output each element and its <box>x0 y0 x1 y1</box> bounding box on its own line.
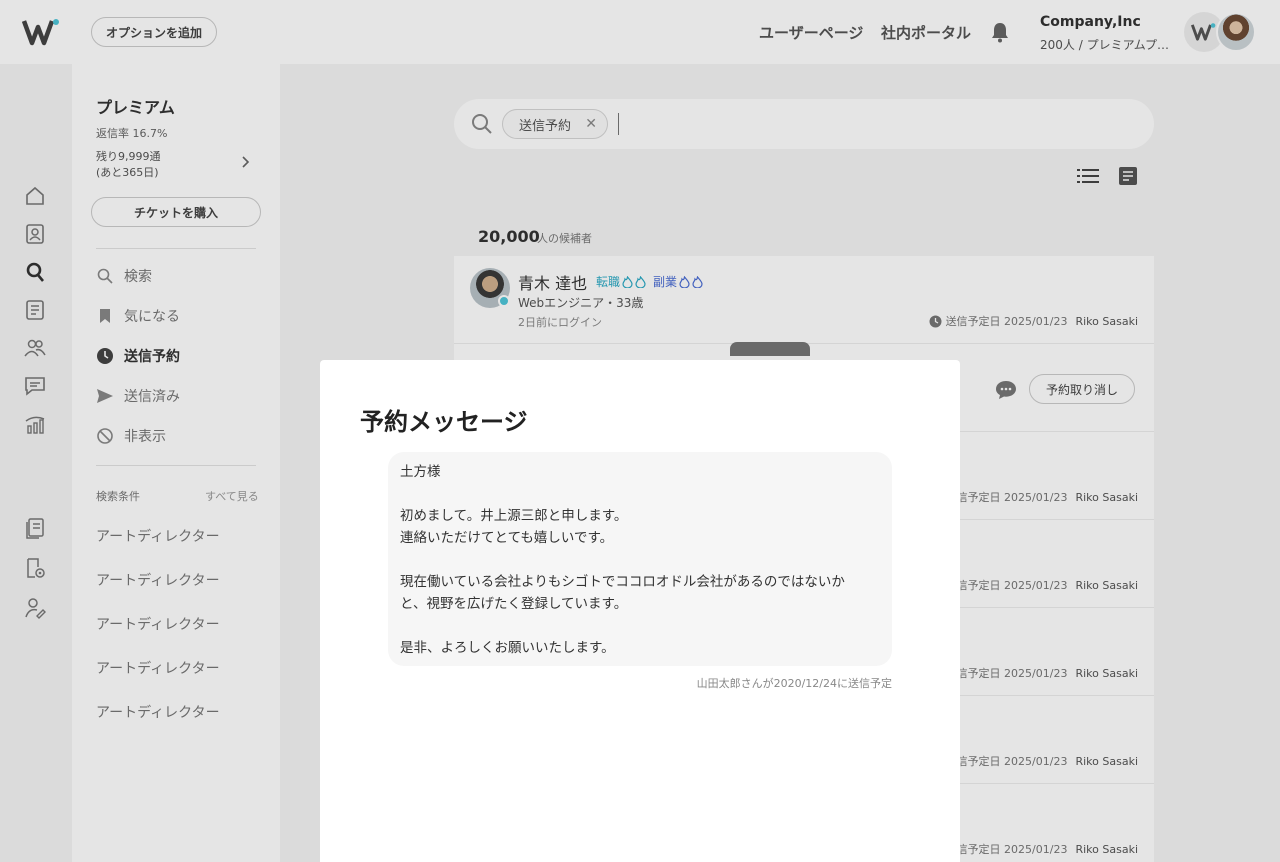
scheduled-send-note: 山田太郎さんが2020/12/24に送信予定 <box>696 677 892 690</box>
message-line <box>400 615 880 637</box>
message-line: 現在働いている会社よりもシゴトでココロオドル会社があるのではないか <box>400 574 845 590</box>
message-line: 是非、よろしくお願いいたします。 <box>400 640 615 656</box>
modal-title: 予約メッセージ <box>360 408 528 436</box>
message-line: 土方様 <box>400 464 441 480</box>
message-bubble: 土方様 初めまして。井上源三郎と申します。 連絡いただけてとても嬉しいです。 現… <box>388 452 892 666</box>
message-line <box>400 549 880 571</box>
message-line: と、視野を広げたく登録しています。 <box>400 596 628 612</box>
reserved-message-modal: 予約メッセージ 土方様 初めまして。井上源三郎と申します。 連絡いただけてとても… <box>320 360 960 862</box>
message-line <box>400 483 880 505</box>
message-line: 連絡いただけてとても嬉しいです。 <box>400 530 614 546</box>
message-line: 初めまして。井上源三郎と申します。 <box>400 508 628 524</box>
